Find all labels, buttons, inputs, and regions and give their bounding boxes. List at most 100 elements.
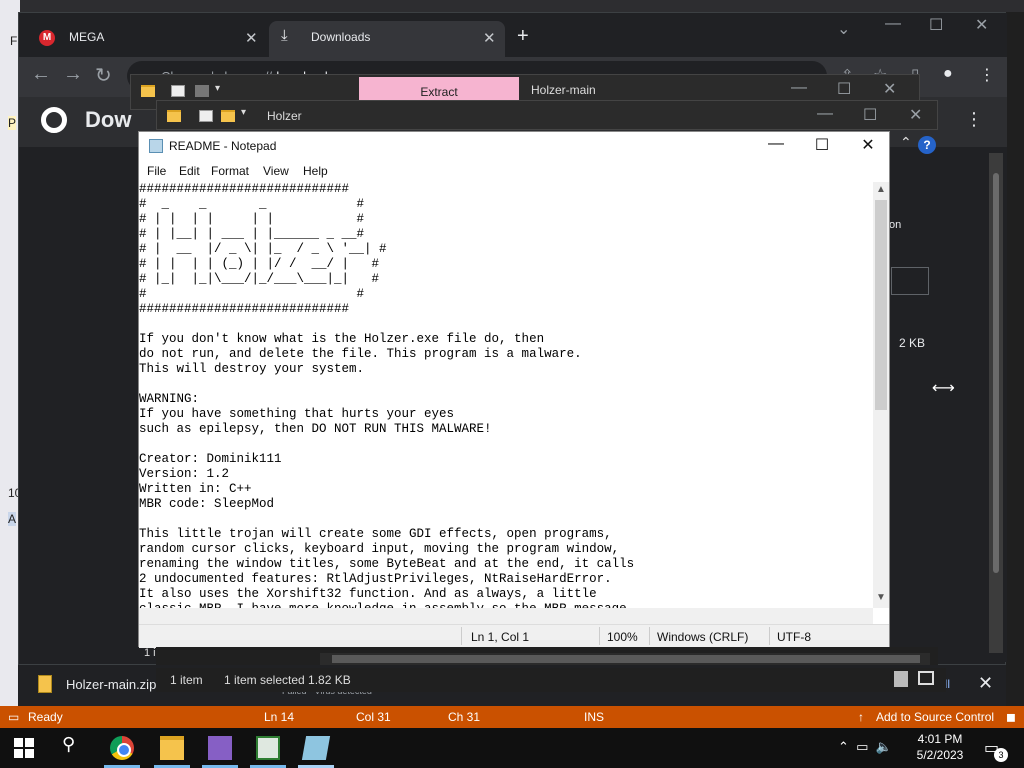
tiles-view-icon[interactable] (918, 671, 934, 685)
explorer-status-bar: 1 item 1 item selected 1.82 KB (156, 668, 946, 692)
menu-bar: File Edit Format View Help (139, 160, 889, 182)
bg-text-fragment: on (889, 219, 902, 231)
menu-edit[interactable]: Edit (179, 164, 200, 178)
horizontal-scrollbar[interactable] (139, 608, 873, 624)
start-icon[interactable] (14, 738, 34, 758)
page-title: Dow (85, 107, 132, 132)
vs-fragment: F (10, 34, 18, 48)
taskbar: ⚲ ⌃ ▭ 🔈 4:01 PM 5/2/2023 ▭ 3 (0, 728, 1024, 768)
selection-info: 1 item selected 1.82 KB (224, 673, 351, 687)
vs-left-edge: F P 10 A (0, 0, 21, 708)
reload-icon[interactable]: ↻ (95, 63, 112, 88)
more-menu-icon[interactable]: ⋮ (965, 109, 983, 130)
close-icon[interactable]: ✕ (978, 673, 993, 694)
maximize-button[interactable]: ☐ (863, 105, 877, 125)
vs-fragment: P (8, 116, 17, 130)
scroll-thumb[interactable] (875, 200, 887, 410)
download-icon: ⤓ (281, 27, 288, 44)
notification-bell-icon[interactable]: ◼ (1006, 710, 1016, 724)
tab-mega[interactable]: M MEGA ✕ (27, 21, 267, 57)
window-title: README - Notepad (169, 139, 277, 153)
more-menu-icon[interactable]: ⋮ (979, 65, 995, 85)
close-button[interactable]: ✕ (975, 15, 988, 35)
close-button[interactable]: ✕ (909, 105, 922, 125)
search-field-fragment (891, 267, 929, 295)
tab-downloads[interactable]: ⤓ Downloads ✕ (269, 21, 505, 57)
visual-studio-icon[interactable] (208, 736, 232, 760)
maximize-button[interactable]: ☐ (837, 79, 851, 99)
resize-cursor-icon: ⟷ (932, 380, 955, 397)
vs-status-bar: ▭ Ready Ln 14 Col 31 Ch 31 INS ↑ Add to … (0, 706, 1024, 728)
menu-file[interactable]: File (147, 164, 166, 178)
app-icon[interactable] (256, 736, 280, 760)
forward-icon[interactable]: → (63, 63, 83, 86)
status-col: Col 31 (356, 710, 391, 724)
status-icon: ▭ (8, 710, 20, 724)
chevron-down-icon[interactable]: ⌄ (837, 19, 850, 39)
tab-label: MEGA (69, 30, 105, 44)
status-ch: Ch 31 (448, 710, 481, 724)
status-ins: INS (584, 710, 605, 724)
close-button[interactable]: ✕ (853, 135, 883, 155)
text-editor[interactable]: ############################ # _ _ _ # #… (139, 182, 873, 608)
scroll-down-icon[interactable]: ▼ (876, 592, 886, 603)
folder-icon (141, 85, 155, 97)
window-title: Holzer (267, 109, 302, 123)
editor-content: ############################ # _ _ _ # #… (139, 182, 635, 608)
cursor-position: Ln 1, Col 1 (471, 630, 530, 644)
properties-icon (171, 85, 185, 97)
back-icon[interactable]: ← (31, 63, 51, 86)
scroll-up-icon[interactable]: ▲ (876, 184, 886, 195)
add-to-source-control-button[interactable]: Add to Source Control (876, 710, 994, 724)
chevron-down-icon[interactable]: ▾ (241, 107, 246, 118)
clock[interactable]: 4:01 PM 5/2/2023 (912, 731, 968, 763)
status-bar: Ln 1, Col 1 100% Windows (CRLF) UTF-8 (139, 624, 889, 648)
line-ending: Windows (CRLF) (657, 630, 749, 644)
details-view-icon[interactable] (894, 671, 908, 687)
menu-view[interactable]: View (263, 164, 289, 178)
minimize-button[interactable]: — (791, 79, 807, 97)
chrome-icon[interactable] (110, 736, 134, 760)
clock-date: 5/2/2023 (916, 748, 964, 762)
minimize-button[interactable]: — (817, 105, 833, 123)
menu-format[interactable]: Format (211, 164, 249, 178)
zip-file-icon (38, 675, 52, 693)
vs-titlebar (0, 0, 1024, 12)
vs-fragment: A (8, 512, 17, 526)
scrollbar[interactable] (989, 153, 1003, 653)
search-icon[interactable]: ⚲ (62, 734, 75, 755)
vertical-scrollbar[interactable]: ▲ ▼ (873, 182, 889, 608)
maximize-button[interactable]: ☐ (807, 135, 837, 155)
system-tray[interactable]: ⌃ ▭ 🔈 (838, 739, 892, 755)
chrome-tab-bar: M MEGA ✕ ⤓ Downloads ✕ + ⌄ — ☐ ✕ (19, 13, 1007, 57)
file-explorer-icon[interactable] (160, 736, 184, 760)
help-icon[interactable]: ? (918, 136, 936, 154)
maximize-button[interactable]: ☐ (929, 15, 943, 35)
notepad-icon (149, 139, 163, 153)
chevron-down-icon[interactable]: ▾ (215, 83, 220, 94)
new-tab-button[interactable]: + (517, 25, 529, 48)
explorer-horizontal-scrollbar[interactable] (320, 653, 930, 665)
item-count: 1 item (170, 673, 203, 687)
new-folder-icon (221, 110, 235, 122)
arrow-up-icon: ↑ (858, 710, 864, 724)
window-title: Holzer-main (531, 83, 596, 97)
zoom-level: 100% (607, 630, 638, 644)
menu-help[interactable]: Help (303, 164, 328, 178)
close-icon[interactable]: ✕ (483, 29, 496, 47)
notepad-titlebar: README - Notepad — ☐ ✕ (139, 132, 889, 160)
notepad-icon[interactable] (301, 736, 331, 760)
minimize-button[interactable]: — (761, 135, 791, 153)
new-folder-icon (195, 85, 209, 97)
mega-icon: M (39, 30, 55, 46)
close-icon[interactable]: ✕ (245, 29, 258, 47)
profile-icon[interactable]: ● (943, 65, 953, 83)
download-item[interactable]: Holzer-main.zip (66, 677, 156, 692)
notepad-window: README - Notepad — ☐ ✕ File Edit Format … (138, 131, 890, 648)
folder-icon (167, 110, 181, 122)
chevron-up-icon[interactable]: ⌃ (900, 134, 912, 151)
minimize-button[interactable]: — (885, 15, 901, 33)
close-button[interactable]: ✕ (883, 79, 896, 99)
chrome-logo-icon (41, 107, 67, 133)
file-size-fragment: 2 KB (899, 336, 926, 350)
